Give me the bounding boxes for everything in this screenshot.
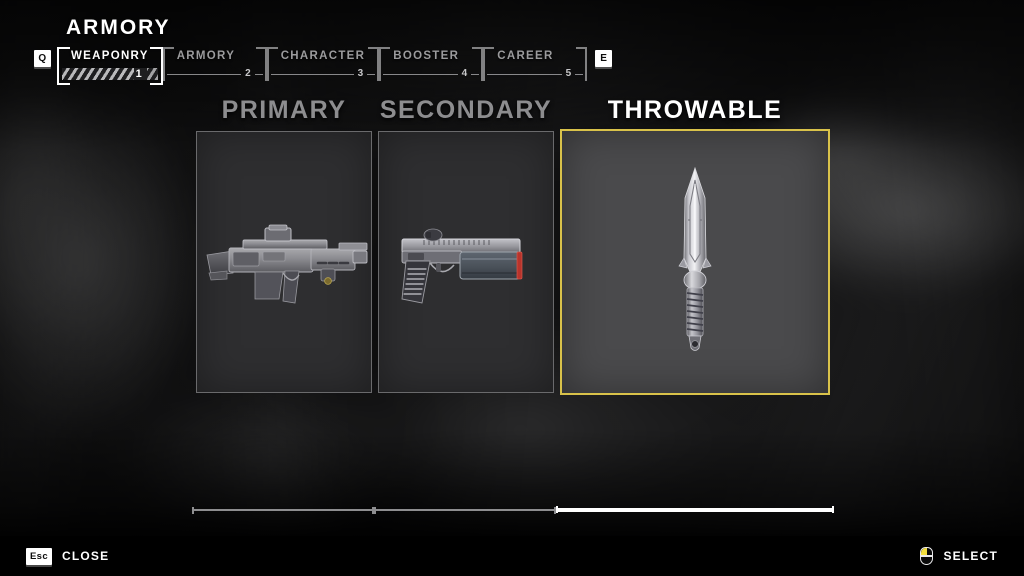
- tab-career-index: 5: [565, 68, 572, 79]
- mouse-left-click-icon[interactable]: [920, 547, 934, 565]
- tab-bar: Q WEAPONRY 1 ARMORY 2 CHARACTER 3 BOOSTE…: [34, 47, 613, 85]
- tab-armory[interactable]: ARMORY 2: [162, 47, 267, 81]
- esc-key-icon[interactable]: Esc: [26, 547, 52, 565]
- tab-rule-end: [575, 73, 584, 75]
- tab-career[interactable]: CAREER 5: [483, 47, 588, 81]
- tab-armory-label: ARMORY: [176, 50, 236, 62]
- tab-character-underline: 3: [270, 68, 376, 79]
- page-title: ARMORY: [66, 16, 171, 39]
- footer-hint-bar: Esc CLOSE SELECT: [0, 536, 1024, 576]
- slot-primary-bar: [192, 507, 374, 514]
- slot-secondary[interactable]: SECONDARY: [374, 96, 556, 516]
- tab-booster-label: BOOSTER: [393, 50, 460, 62]
- tab-rule: [166, 73, 242, 75]
- tab-weaponry-label: WEAPONRY: [71, 50, 149, 62]
- tab-career-label: CAREER: [497, 50, 554, 62]
- tab-rule-end: [471, 73, 480, 75]
- tab-character[interactable]: CHARACTER 3: [266, 47, 380, 81]
- tab-character-index: 3: [357, 68, 364, 79]
- grenade-pistol-icon: [379, 132, 553, 392]
- tab-weaponry-index: 1: [133, 68, 144, 80]
- tab-rule-end: [254, 73, 263, 75]
- tab-booster[interactable]: BOOSTER 4: [379, 47, 484, 81]
- tab-rule-end: [367, 73, 376, 75]
- throwing-knife-icon: [562, 131, 828, 393]
- tab-meter-fill: [62, 68, 137, 80]
- slot-throwable-bar: [556, 506, 834, 513]
- tab-booster-underline: 4: [383, 68, 480, 79]
- mouse-left-button: [921, 547, 927, 556]
- tab-booster-index: 4: [461, 68, 468, 79]
- tab-meter-tail: [147, 68, 158, 80]
- armory-screen: ARMORY Q WEAPONRY 1 ARMORY 2 CHARACTER 3…: [0, 0, 1024, 576]
- close-hint-label: CLOSE: [62, 549, 110, 563]
- slot-primary[interactable]: PRIMARY: [192, 96, 374, 516]
- slot-primary-card[interactable]: [196, 131, 372, 393]
- select-hint[interactable]: SELECT: [920, 547, 998, 565]
- slot-secondary-bar: [374, 507, 556, 514]
- tab-armory-underline: 2: [166, 68, 263, 79]
- tab-rule: [487, 73, 562, 75]
- slot-throwable-card[interactable]: [560, 129, 830, 395]
- tab-armory-index: 2: [245, 68, 251, 79]
- tab-character-label: CHARACTER: [280, 50, 366, 62]
- tab-weaponry-meter: 1: [62, 68, 158, 80]
- tab-rule: [270, 73, 354, 75]
- mouse-seam: [921, 555, 933, 557]
- select-hint-label: SELECT: [943, 549, 998, 563]
- close-hint[interactable]: Esc CLOSE: [26, 547, 110, 565]
- tab-career-underline: 5: [487, 68, 584, 79]
- tab-rule: [383, 73, 458, 75]
- assault-rifle-icon: [197, 132, 371, 392]
- slot-throwable-title: THROWABLE: [607, 96, 783, 124]
- slot-throwable[interactable]: THROWABLE: [556, 96, 834, 516]
- slot-secondary-card[interactable]: [378, 131, 554, 393]
- next-tab-key-icon[interactable]: E: [595, 50, 613, 67]
- slot-primary-title: PRIMARY: [221, 96, 347, 124]
- tab-weaponry[interactable]: WEAPONRY 1: [57, 47, 163, 85]
- prev-tab-key-icon[interactable]: Q: [34, 50, 51, 67]
- slot-secondary-title: SECONDARY: [379, 96, 553, 124]
